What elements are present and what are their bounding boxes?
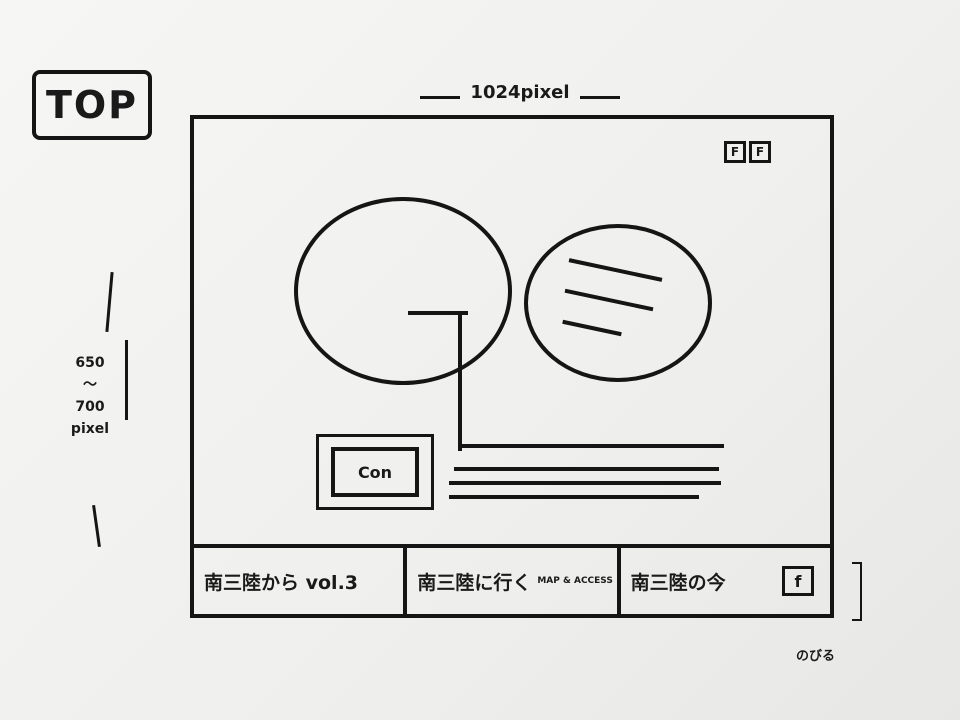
banner-thumbnail[interactable]: Con xyxy=(316,434,434,510)
height-range-sep: 〜 xyxy=(83,377,97,393)
tab-map-access[interactable]: 南三陸に行く MAP & ACCESS xyxy=(407,548,621,614)
social-icon-1[interactable]: F xyxy=(724,141,746,163)
tab-label: 南三陸の今 xyxy=(630,571,726,594)
height-min: 650 xyxy=(75,355,105,371)
social-icon-2[interactable]: F xyxy=(749,141,771,163)
logo-g xyxy=(294,197,512,451)
text-line-2 xyxy=(454,467,719,471)
facebook-icon[interactable]: f xyxy=(781,566,814,596)
height-annotation: 650 〜 700 pixel xyxy=(55,352,125,440)
stretch-bracket xyxy=(852,562,862,621)
text-line-1 xyxy=(459,444,724,448)
tab-label: 南三陸に行く xyxy=(417,571,532,594)
tab-sublabel: MAP & ACCESS xyxy=(537,576,613,586)
tab-minamisanriku-now[interactable]: 南三陸の今 f xyxy=(621,548,830,614)
width-annotation: 1024pixel xyxy=(420,82,620,103)
stretch-note: のびる xyxy=(796,649,836,664)
text-line-3 xyxy=(449,481,721,485)
bottom-nav: 南三陸から vol.3 南三陸に行く MAP & ACCESS 南三陸の今 f xyxy=(194,544,830,614)
menu-circle-button[interactable] xyxy=(524,224,712,382)
height-arrow-mid xyxy=(125,340,128,420)
banner-label: Con xyxy=(331,447,419,497)
page-wireframe: F F Con 南三陸から vol.3 南三陸に行く MAP & ACCESS … xyxy=(190,115,834,618)
height-max: 700 xyxy=(75,399,105,415)
tab-label: 南三陸から vol.3 xyxy=(204,571,359,594)
height-unit: pixel xyxy=(70,421,110,437)
text-line-4 xyxy=(449,495,699,499)
tab-from-minamisanriku[interactable]: 南三陸から vol.3 xyxy=(194,548,408,614)
page-label: TOP xyxy=(32,70,152,140)
